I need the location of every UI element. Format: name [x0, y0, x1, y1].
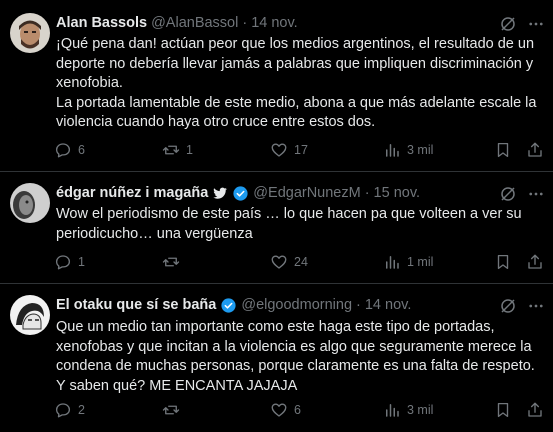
- reply-count: 2: [78, 403, 85, 417]
- tweet-text: Wow el periodismo de este país … lo que …: [56, 205, 542, 244]
- twitter-bird-icon: [212, 185, 228, 201]
- heart-icon: [271, 255, 287, 269]
- like-count: 6: [294, 403, 301, 417]
- reply-button[interactable]: 1: [54, 250, 85, 274]
- bookmark-icon: [497, 254, 509, 270]
- separator-dot: ·: [356, 297, 361, 313]
- tweet-header: El otaku que sí se baña @elgoodmorning ·…: [56, 296, 411, 314]
- avatar[interactable]: [10, 295, 50, 335]
- avatar[interactable]: [10, 13, 50, 53]
- reply-count: 6: [78, 143, 85, 157]
- reply-button[interactable]: 2: [54, 398, 85, 422]
- bookmark-button[interactable]: [494, 250, 512, 274]
- views-button[interactable]: 3 mil: [383, 398, 433, 422]
- retweet-count: 1: [186, 143, 193, 157]
- retweet-icon: [162, 257, 180, 267]
- retweet-icon: [162, 145, 180, 155]
- bookmark-button[interactable]: [494, 398, 512, 422]
- tweet-paragraph: La portada lamentable de este medio, abo…: [56, 94, 537, 131]
- reply-icon: [55, 143, 71, 158]
- views-button[interactable]: 3 mil: [383, 138, 433, 162]
- heart-icon: [271, 403, 287, 417]
- reply-icon: [55, 255, 71, 270]
- views-button[interactable]: 1 mil: [383, 250, 433, 274]
- tweet-paragraph: Wow el periodismo de este país … lo que …: [56, 206, 522, 242]
- reply-icon: [55, 403, 71, 418]
- retweet-button[interactable]: [162, 250, 186, 274]
- bookmark-button[interactable]: [494, 138, 512, 162]
- tweet-date[interactable]: 14 nov.: [251, 14, 298, 32]
- views-count: 3 mil: [407, 143, 434, 157]
- tweet-header: édgar núñez i magaña @EdgarNunezM · 15 n…: [56, 184, 420, 202]
- tweet-date[interactable]: 15 nov.: [374, 184, 421, 202]
- author-name[interactable]: Alan Bassols: [56, 14, 147, 32]
- share-button[interactable]: [526, 398, 544, 422]
- share-button[interactable]: [526, 138, 544, 162]
- more-icon[interactable]: [527, 185, 545, 203]
- author-name[interactable]: El otaku que sí se baña: [56, 296, 216, 314]
- grok-icon[interactable]: [499, 15, 517, 33]
- like-count: 24: [294, 255, 308, 269]
- author-name[interactable]: édgar núñez i magaña: [56, 184, 208, 202]
- more-icon[interactable]: [527, 297, 545, 315]
- retweet-icon: [162, 405, 180, 415]
- tweet-date[interactable]: 14 nov.: [365, 296, 412, 314]
- heart-icon: [271, 143, 287, 157]
- share-icon: [528, 402, 542, 417]
- bookmark-icon: [497, 142, 509, 158]
- tweet-actions: 1 24 1 mil: [50, 250, 550, 274]
- like-button[interactable]: 24: [270, 250, 308, 274]
- views-icon: [386, 144, 399, 157]
- reply-feed: Alan Bassols @AlanBassol · 14 nov. ¡Qué …: [0, 0, 553, 432]
- reply-count: 1: [78, 255, 85, 269]
- views-icon: [386, 256, 399, 269]
- grok-icon[interactable]: [499, 185, 517, 203]
- tweet-paragraph: ¡Qué pena dan! actúan peor que los medio…: [56, 36, 535, 91]
- share-icon: [528, 254, 542, 269]
- author-handle[interactable]: @AlanBassol: [151, 14, 238, 32]
- retweet-button[interactable]: 1: [162, 138, 193, 162]
- separator-dot: ·: [364, 185, 370, 201]
- tweet-paragraph: Que un medio tan importante como este ha…: [56, 319, 535, 394]
- reply-button[interactable]: 6: [54, 138, 85, 162]
- share-icon: [528, 142, 542, 157]
- tweet-alan-bassols[interactable]: Alan Bassols @AlanBassol · 14 nov. ¡Qué …: [0, 0, 553, 172]
- views-icon: [386, 404, 399, 417]
- more-icon[interactable]: [527, 15, 545, 33]
- tweet-actions: 6 1 17 3 mil: [50, 138, 550, 162]
- tweet-el-otaku[interactable]: El otaku que sí se baña @elgoodmorning ·…: [0, 284, 553, 432]
- separator-dot: ·: [242, 15, 248, 31]
- tweet-text: Que un medio tan importante como este ha…: [56, 318, 542, 396]
- author-handle[interactable]: @elgoodmorning: [241, 296, 352, 314]
- share-button[interactable]: [526, 250, 544, 274]
- like-button[interactable]: 6: [270, 398, 301, 422]
- views-count: 1 mil: [407, 255, 434, 269]
- tweet-header: Alan Bassols @AlanBassol · 14 nov.: [56, 14, 298, 32]
- like-count: 17: [294, 143, 308, 157]
- like-button[interactable]: 17: [270, 138, 308, 162]
- grok-icon[interactable]: [499, 297, 517, 315]
- avatar[interactable]: [10, 183, 50, 223]
- verified-badge-icon: [220, 297, 237, 314]
- tweet-actions: 2 6 3 mil: [50, 398, 550, 422]
- retweet-button[interactable]: [162, 398, 186, 422]
- tweet-text: ¡Qué pena dan! actúan peor que los medio…: [56, 35, 542, 133]
- bookmark-icon: [497, 402, 509, 418]
- verified-badge-icon: [232, 185, 249, 202]
- author-handle[interactable]: @EdgarNunezM: [253, 184, 360, 202]
- tweet-edgar-nunez[interactable]: édgar núñez i magaña @EdgarNunezM · 15 n…: [0, 172, 553, 284]
- views-count: 3 mil: [407, 403, 434, 417]
